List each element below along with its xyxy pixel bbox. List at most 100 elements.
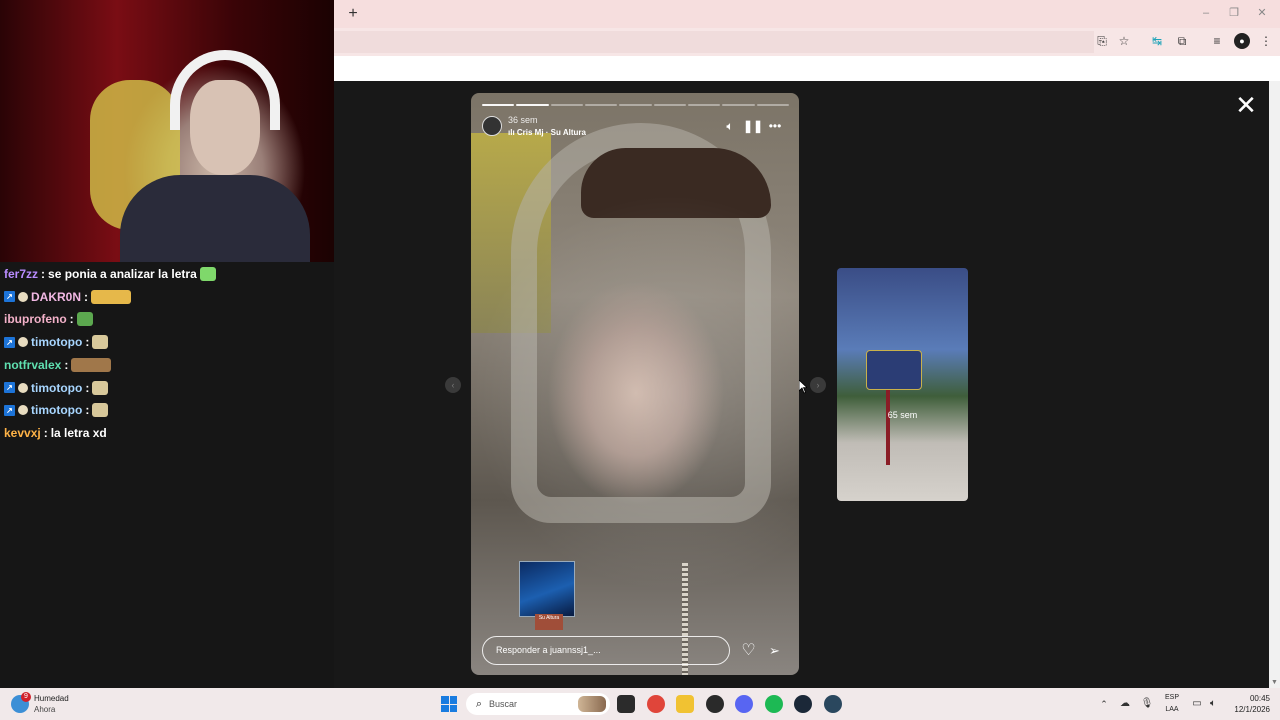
chat-text: la letra xd — [50, 425, 107, 440]
album-cover-sticker[interactable] — [519, 561, 575, 617]
windows-taskbar — [0, 688, 1280, 720]
star-icon[interactable]: ☆ — [1116, 33, 1132, 49]
story-music-text: Cris Mj · Su Altura — [516, 128, 586, 137]
chevron-up-icon[interactable]: ⌃ — [1098, 697, 1110, 711]
chat-emote — [91, 289, 132, 304]
heart-icon[interactable]: ♡ — [740, 642, 757, 659]
chat-separator: : — [41, 267, 46, 281]
story-progress-segment — [516, 104, 549, 106]
prime-badge-icon: ↗ — [4, 382, 15, 393]
prime-badge-icon: ↗ — [4, 404, 15, 416]
chat-message: ↗ timotopo: — [4, 332, 109, 352]
chat-username[interactable]: notfrvalex — [4, 358, 61, 372]
story-progress-segment — [722, 104, 755, 106]
send-icon[interactable]: ➢ — [766, 642, 783, 659]
clock-date[interactable]: 12/1/2026 — [1222, 705, 1270, 714]
previous-story-arrow[interactable]: ‹ — [445, 377, 461, 393]
story-progress-segment — [584, 104, 618, 106]
weather-badge: 9 — [21, 692, 31, 702]
album-title-label: Su Altura — [535, 614, 563, 630]
discord-icon[interactable] — [735, 695, 753, 713]
story-progress-segment — [482, 104, 515, 106]
story-progress-segment — [687, 104, 721, 106]
steam-icon[interactable] — [794, 695, 812, 713]
search-icon: ⌕ — [475, 698, 483, 710]
pause-icon[interactable]: ❚❚ — [743, 118, 763, 134]
more-icon[interactable]: ⋮ — [1258, 33, 1274, 49]
new-tab-button[interactable]: + — [344, 5, 362, 23]
chat-separator: : — [84, 289, 89, 304]
language-layout: LAA — [1165, 706, 1179, 713]
install-icon[interactable]: ⎘ — [1094, 33, 1110, 49]
chat-username[interactable]: ibuprofeno — [4, 312, 67, 326]
display-icon[interactable]: ▭ — [1190, 697, 1204, 711]
story-progress-segment — [653, 104, 686, 106]
chat-username[interactable]: kevvxj — [4, 426, 41, 440]
next-story-arrow[interactable]: › — [810, 377, 826, 393]
chat-message: notfrvalex: — [4, 355, 112, 375]
bookmark-bar — [334, 56, 1280, 81]
chat-message: ↗ timotopo: — [4, 400, 109, 420]
story-progress-segment — [550, 104, 583, 106]
close-viewer-button[interactable]: ✕ — [1234, 92, 1258, 118]
windows-start-icon[interactable] — [441, 696, 457, 712]
stream-chat: fer7zz: se ponia a analizar la letra ↗ DAKR… — [0, 264, 334, 464]
story-time-ago: 36 sem — [508, 115, 538, 125]
close-window-button[interactable]: ✕ — [1253, 5, 1271, 21]
story-progress-segment — [619, 104, 652, 106]
chat-separator: : — [85, 335, 90, 350]
story-music-label[interactable]: ılı Cris Mj · Su Altura — [508, 128, 586, 137]
restore-button[interactable]: ❐ — [1225, 5, 1243, 21]
story-progress-segment — [756, 104, 789, 106]
sub-badge-icon — [18, 405, 28, 416]
file-explorer-icon[interactable] — [676, 695, 694, 713]
chat-emote — [76, 312, 93, 327]
webcam-streamer-shirt — [120, 175, 310, 262]
search-highlight-image — [578, 696, 606, 712]
microphone-icon[interactable]: 🎙︎ — [1140, 697, 1154, 711]
story-user-avatar[interactable] — [482, 116, 502, 136]
mouse-cursor-icon — [799, 380, 807, 394]
chat-message: ibuprofeno: — [4, 309, 93, 329]
minimize-button[interactable]: – — [1197, 5, 1215, 21]
sub-badge-icon — [18, 291, 28, 302]
clock-time[interactable]: 00:45 — [1230, 694, 1270, 703]
task-view-icon[interactable] — [617, 695, 635, 713]
puzzle-icon[interactable]: ⧉ — [1174, 33, 1190, 49]
story-progress-bar — [482, 104, 789, 106]
chat-emote — [199, 267, 216, 281]
chat-username[interactable]: timotopo — [31, 403, 82, 417]
extension-translate-icon[interactable]: ↹ — [1149, 33, 1165, 49]
profile-icon[interactable]: ● — [1234, 33, 1250, 49]
music-icon: ılı — [508, 128, 517, 137]
chat-emote — [92, 403, 109, 418]
obs-icon[interactable] — [705, 695, 724, 713]
prime-badge-icon: ↗ — [4, 291, 15, 303]
sub-badge-icon — [18, 382, 28, 393]
chat-separator: : — [64, 357, 69, 372]
taskbar-search-placeholder: Buscar — [489, 699, 518, 709]
chat-username[interactable]: timotopo — [31, 381, 82, 395]
webcam-overlay — [0, 0, 334, 262]
weather-title[interactable]: Humedad — [34, 694, 69, 703]
address-bar[interactable] — [334, 31, 1094, 53]
volume-icon[interactable]: 🔈︎ — [722, 118, 738, 134]
page-scrollbar[interactable] — [1269, 81, 1280, 688]
chat-username[interactable]: fer7zz — [4, 267, 38, 281]
language-indicator[interactable]: ESP — [1162, 694, 1182, 701]
chat-emote — [92, 335, 109, 350]
webcam-headphones — [170, 50, 280, 130]
network-cloud-icon[interactable]: ☁ — [1118, 697, 1132, 711]
steam-alt-icon[interactable] — [823, 695, 842, 713]
more-options-icon[interactable]: ••• — [767, 118, 783, 134]
next-story-sign — [866, 350, 922, 390]
speaker-icon[interactable]: 🔈︎ — [1206, 697, 1220, 711]
chat-username[interactable]: DAKR0N — [31, 290, 81, 304]
spotify-icon[interactable] — [764, 695, 783, 713]
weather-subtitle: Ahora — [34, 705, 56, 714]
chat-separator: : — [69, 312, 74, 327]
scroll-down-arrow-icon[interactable]: ▼ — [1270, 678, 1279, 687]
media-icon[interactable]: ≡ — [1209, 33, 1225, 49]
chrome-icon[interactable] — [646, 695, 665, 713]
chat-username[interactable]: timotopo — [31, 335, 82, 349]
